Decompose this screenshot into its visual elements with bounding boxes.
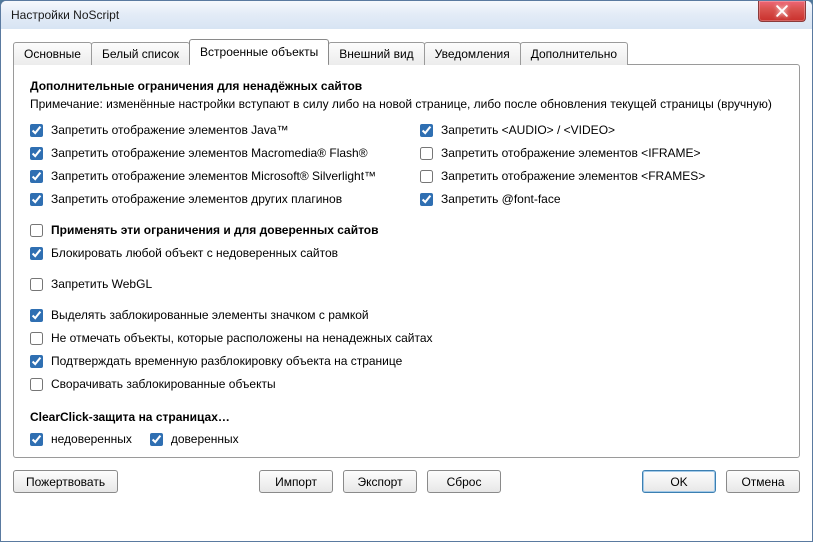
checkbox-input[interactable] bbox=[30, 378, 43, 391]
checkbox-clearclick-trusted: доверенных bbox=[150, 432, 239, 447]
checkbox-confirm-unblock: Подтверждать временную разблокировку объ… bbox=[30, 354, 783, 369]
clearclick-title: ClearClick-защита на страницах… bbox=[30, 410, 783, 424]
checkbox-input[interactable] bbox=[30, 224, 43, 237]
tab-main[interactable]: Основные bbox=[13, 42, 92, 65]
tab-label: Внешний вид bbox=[339, 47, 413, 61]
tab-embedded[interactable]: Встроенные объекты bbox=[189, 39, 329, 64]
tab-label: Основные bbox=[24, 47, 81, 61]
tab-label: Белый список bbox=[102, 47, 179, 61]
footer: Пожертвовать Импорт Экспорт Сброс OK Отм… bbox=[13, 458, 800, 493]
checkbox-input[interactable] bbox=[30, 355, 43, 368]
checkbox-label: Блокировать любой объект с недоверенных … bbox=[51, 246, 338, 261]
tab-advanced[interactable]: Дополнительно bbox=[520, 42, 628, 65]
checkbox-input[interactable] bbox=[420, 147, 433, 160]
titlebar: Настройки NoScript bbox=[1, 1, 812, 30]
reset-button[interactable]: Сброс bbox=[427, 470, 501, 493]
group-display-options: Выделять заблокированные элементы значко… bbox=[30, 308, 783, 392]
restrictions-left-column: Запретить отображение элементов Java™ За… bbox=[30, 123, 380, 207]
checkbox-label: Запретить <AUDIO> / <VIDEO> bbox=[441, 123, 615, 138]
checkbox-input[interactable] bbox=[30, 147, 43, 160]
checkbox-label: Сворачивать заблокированные объекты bbox=[51, 377, 276, 392]
close-button[interactable] bbox=[758, 1, 806, 22]
tab-strip: Основные Белый список Встроенные объекты… bbox=[13, 39, 800, 458]
section-note: Примечание: изменённые настройки вступаю… bbox=[30, 97, 783, 111]
checkbox-no-mark-untrusted: Не отмечать объекты, которые расположены… bbox=[30, 331, 783, 346]
close-icon bbox=[776, 5, 788, 17]
checkbox-label: Запретить WebGL bbox=[51, 277, 152, 292]
restrictions-right-column: Запретить <AUDIO> / <VIDEO> Запретить от… bbox=[420, 123, 705, 207]
settings-window: Настройки NoScript Основные Белый список… bbox=[0, 0, 813, 542]
checkbox-font-face: Запретить @font-face bbox=[420, 192, 705, 207]
checkbox-label: Применять эти ограничения и для доверенн… bbox=[51, 223, 379, 238]
cancel-button[interactable]: Отмена bbox=[726, 470, 800, 493]
checkbox-silverlight: Запретить отображение элементов Microsof… bbox=[30, 169, 380, 184]
checkbox-java: Запретить отображение элементов Java™ bbox=[30, 123, 380, 138]
clearclick-row: недоверенных доверенных bbox=[30, 432, 783, 447]
checkbox-placeholder-icon: Выделять заблокированные элементы значко… bbox=[30, 308, 783, 323]
checkbox-label: Подтверждать временную разблокировку объ… bbox=[51, 354, 402, 369]
ok-button[interactable]: OK bbox=[642, 470, 716, 493]
client-area: Основные Белый список Встроенные объекты… bbox=[1, 29, 812, 541]
checkbox-frames: Запретить отображение элементов <FRAMES> bbox=[420, 169, 705, 184]
checkbox-input[interactable] bbox=[420, 124, 433, 137]
checkbox-clearclick-untrusted: недоверенных bbox=[30, 432, 132, 447]
checkbox-webgl: Запретить WebGL bbox=[30, 277, 783, 292]
checkbox-input[interactable] bbox=[30, 193, 43, 206]
tab-label: Дополнительно bbox=[531, 47, 617, 61]
checkbox-flash: Запретить отображение элементов Macromed… bbox=[30, 146, 380, 161]
checkbox-label: Запретить отображение элементов Microsof… bbox=[51, 169, 376, 184]
tab-notifications[interactable]: Уведомления bbox=[424, 42, 521, 65]
checkbox-iframe: Запретить отображение элементов <IFRAME> bbox=[420, 146, 705, 161]
tab-label: Уведомления bbox=[435, 47, 510, 61]
checkbox-label: Запретить отображение элементов Java™ bbox=[51, 123, 289, 138]
section-title: Дополнительные ограничения для ненадёжны… bbox=[30, 79, 783, 93]
export-button[interactable]: Экспорт bbox=[343, 470, 417, 493]
tab-panel: Дополнительные ограничения для ненадёжны… bbox=[13, 64, 800, 458]
checkbox-audio-video: Запретить <AUDIO> / <VIDEO> bbox=[420, 123, 705, 138]
checkbox-input[interactable] bbox=[30, 124, 43, 137]
checkbox-input[interactable] bbox=[420, 193, 433, 206]
tab-label: Встроенные объекты bbox=[200, 45, 318, 59]
checkbox-label: Не отмечать объекты, которые расположены… bbox=[51, 331, 433, 346]
checkbox-label: Выделять заблокированные элементы значко… bbox=[51, 308, 369, 323]
checkbox-label: Запретить отображение элементов <IFRAME> bbox=[441, 146, 701, 161]
checkbox-input[interactable] bbox=[150, 433, 163, 446]
tab-appearance[interactable]: Внешний вид bbox=[328, 42, 424, 65]
checkbox-label: доверенных bbox=[171, 432, 239, 447]
checkbox-label: Запретить @font-face bbox=[441, 192, 561, 207]
checkbox-input[interactable] bbox=[30, 433, 43, 446]
checkbox-collapse-blocked: Сворачивать заблокированные объекты bbox=[30, 377, 783, 392]
checkbox-input[interactable] bbox=[420, 170, 433, 183]
checkbox-label: недоверенных bbox=[51, 432, 132, 447]
checkbox-input[interactable] bbox=[30, 309, 43, 322]
window-title: Настройки NoScript bbox=[11, 8, 758, 22]
checkbox-label: Запретить отображение элементов <FRAMES> bbox=[441, 169, 705, 184]
checkbox-block-untrusted-objects: Блокировать любой объект с недоверенных … bbox=[30, 246, 783, 261]
donate-button[interactable]: Пожертвовать bbox=[13, 470, 118, 493]
checkbox-input[interactable] bbox=[30, 247, 43, 260]
checkbox-other-plugins: Запретить отображение элементов других п… bbox=[30, 192, 380, 207]
import-button[interactable]: Импорт bbox=[259, 470, 333, 493]
checkbox-apply-trusted: Применять эти ограничения и для доверенн… bbox=[30, 223, 783, 238]
group-apply-trusted: Применять эти ограничения и для доверенн… bbox=[30, 223, 783, 261]
tab-whitelist[interactable]: Белый список bbox=[91, 42, 190, 65]
checkbox-label: Запретить отображение элементов других п… bbox=[51, 192, 342, 207]
checkbox-input[interactable] bbox=[30, 332, 43, 345]
checkbox-input[interactable] bbox=[30, 170, 43, 183]
group-webgl: Запретить WebGL bbox=[30, 277, 783, 292]
checkbox-label: Запретить отображение элементов Macromed… bbox=[51, 146, 368, 161]
checkbox-input[interactable] bbox=[30, 278, 43, 291]
